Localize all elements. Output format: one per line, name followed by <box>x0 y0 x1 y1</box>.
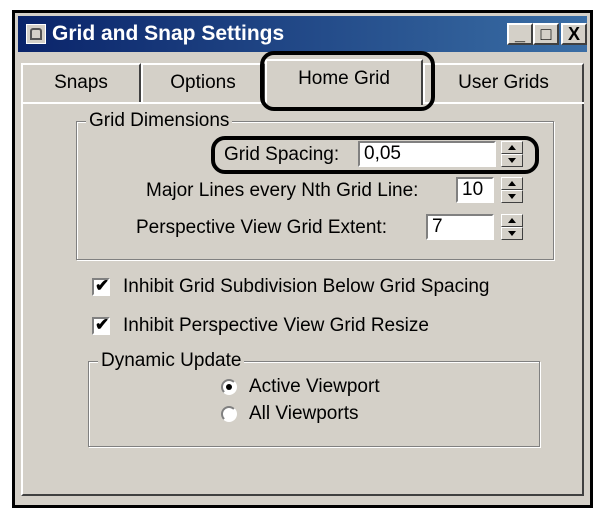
inhibit-perspective-checkbox[interactable]: ✔ <box>92 315 110 335</box>
tab-strip: Snaps Options Home Grid User Grids <box>21 59 584 105</box>
major-lines-spinner[interactable] <box>501 177 523 203</box>
grid-spacing-input[interactable] <box>358 141 496 167</box>
active-viewport-label[interactable]: Active Viewport <box>249 375 380 399</box>
window-title: Grid and Snap Settings <box>52 22 285 45</box>
perspective-extent-input[interactable] <box>426 214 494 240</box>
tab-options[interactable]: Options <box>141 63 265 103</box>
inhibit-perspective-label[interactable]: Inhibit Perspective View Grid Resize <box>123 314 429 338</box>
inhibit-subdivision-label[interactable]: Inhibit Grid Subdivision Below Grid Spac… <box>123 275 489 299</box>
maximize-button[interactable]: □ <box>533 23 559 45</box>
all-viewports-label[interactable]: All Viewports <box>249 402 358 426</box>
grid-spacing-spinner[interactable] <box>501 141 523 167</box>
perspective-extent-label: Perspective View Grid Extent: <box>136 217 387 238</box>
maximize-icon: □ <box>540 24 552 44</box>
checkmark-icon: ✔ <box>95 315 110 334</box>
inhibit-subdivision-checkbox[interactable]: ✔ <box>92 276 110 296</box>
tab-options-label: Options <box>170 72 236 93</box>
tab-home-grid[interactable]: Home Grid <box>265 59 423 105</box>
close-button[interactable]: X <box>561 23 587 45</box>
tab-user-grids-label: User Grids <box>458 72 549 93</box>
tab-home-grid-label: Home Grid <box>298 68 390 89</box>
major-lines-input[interactable] <box>456 177 494 203</box>
spinner-up-icon[interactable] <box>501 177 523 190</box>
close-icon: X <box>567 24 580 44</box>
dynamic-update-label: Dynamic Update <box>98 350 245 372</box>
minimize-button[interactable]: _ <box>507 23 533 45</box>
grid-spacing-label: Grid Spacing: <box>224 144 340 165</box>
radio-selected-icon <box>226 384 232 390</box>
app-icon[interactable] <box>26 24 46 44</box>
spinner-down-icon[interactable] <box>501 154 523 167</box>
tab-snaps[interactable]: Snaps <box>21 63 141 103</box>
all-viewports-radio[interactable] <box>221 406 237 422</box>
grid-snap-settings-window: Grid and Snap Settings _ □ X Snaps Optio… <box>12 10 593 508</box>
minimize-icon: _ <box>514 24 525 44</box>
tab-snaps-label: Snaps <box>54 72 108 93</box>
spinner-up-icon[interactable] <box>501 214 523 227</box>
spinner-up-icon[interactable] <box>501 141 523 154</box>
checkmark-icon: ✔ <box>95 276 110 295</box>
grid-dimensions-label: Grid Dimensions <box>86 110 233 132</box>
active-viewport-radio[interactable] <box>221 379 237 395</box>
perspective-extent-spinner[interactable] <box>501 214 523 240</box>
spinner-down-icon[interactable] <box>501 190 523 203</box>
title-bar[interactable]: Grid and Snap Settings _ □ X <box>18 16 587 52</box>
major-lines-label: Major Lines every Nth Grid Line: <box>146 180 419 201</box>
tab-user-grids[interactable]: User Grids <box>423 63 584 103</box>
spinner-down-icon[interactable] <box>501 227 523 240</box>
